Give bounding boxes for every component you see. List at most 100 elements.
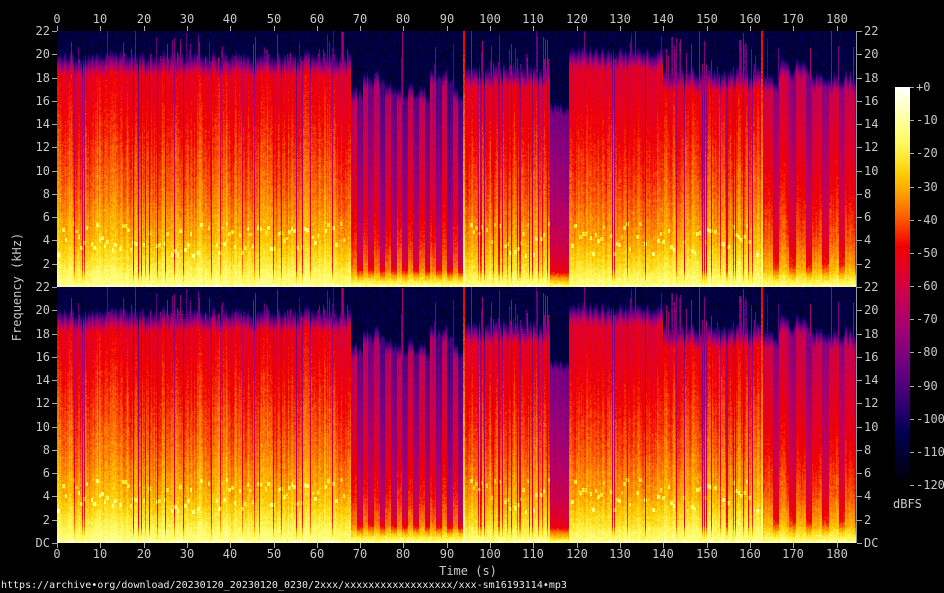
colorbar-tick bbox=[910, 286, 914, 287]
y-tick-right bbox=[857, 403, 862, 404]
y-tick-label-right: 16 bbox=[864, 94, 879, 108]
y-tick-left bbox=[52, 520, 57, 521]
colorbar-tick-label: +0 bbox=[916, 80, 931, 94]
colorbar-tick-label: -10 bbox=[916, 113, 938, 127]
x-tick-label-bottom: 80 bbox=[395, 547, 411, 561]
x-tick-top bbox=[57, 26, 58, 31]
colorbar-tick bbox=[910, 386, 914, 387]
x-tick-label-bottom: 150 bbox=[696, 547, 718, 561]
y-tick-left bbox=[52, 496, 57, 497]
x-tick-label-top: 150 bbox=[696, 12, 718, 26]
y-tick-right bbox=[857, 54, 862, 55]
y-tick-label-right: 10 bbox=[864, 164, 879, 178]
x-tick-top bbox=[230, 26, 231, 31]
y-tick-label-left: 12 bbox=[35, 140, 50, 154]
y-tick-label-left: 20 bbox=[35, 303, 50, 317]
colorbar-tick bbox=[910, 452, 914, 453]
x-tick-label-bottom: 90 bbox=[439, 547, 455, 561]
y-tick-right bbox=[857, 334, 862, 335]
x-tick-label-top: 80 bbox=[395, 12, 411, 26]
frequency-axis-label: Frequency (kHz) bbox=[10, 232, 24, 342]
y-tick-right bbox=[857, 217, 862, 218]
x-tick-label-top: 140 bbox=[652, 12, 674, 26]
x-tick-top bbox=[663, 26, 664, 31]
colorbar-tick-label: -60 bbox=[916, 279, 938, 293]
y-tick-right bbox=[857, 101, 862, 102]
y-tick-left bbox=[52, 264, 57, 265]
x-tick-label-bottom: 170 bbox=[782, 547, 804, 561]
x-tick-label-top: 180 bbox=[826, 12, 848, 26]
y-tick-label-right: 6 bbox=[864, 210, 872, 224]
colorbar-tick bbox=[910, 319, 914, 320]
y-tick-right bbox=[857, 287, 862, 288]
y-tick-label-right: 10 bbox=[864, 420, 879, 434]
y-tick-label-left: 18 bbox=[35, 71, 50, 85]
y-tick-label-left: DC bbox=[35, 536, 50, 550]
x-tick-top bbox=[707, 26, 708, 31]
spectrogram-heatmap bbox=[57, 31, 856, 543]
source-url: https://archive•org/download/20230120_20… bbox=[1, 580, 567, 591]
x-tick-label-top: 50 bbox=[266, 12, 282, 26]
y-tick-label-left: 6 bbox=[42, 466, 50, 480]
y-tick-right bbox=[857, 171, 862, 172]
y-tick-right bbox=[857, 473, 862, 474]
x-tick-top bbox=[577, 26, 578, 31]
colorbar-tick bbox=[910, 87, 914, 88]
y-tick-label-right: 14 bbox=[864, 117, 879, 131]
colorbar-tick bbox=[910, 153, 914, 154]
x-tick-top bbox=[447, 26, 448, 31]
colorbar-tick bbox=[910, 352, 914, 353]
x-tick-label-top: 90 bbox=[439, 12, 455, 26]
x-tick-label-top: 10 bbox=[92, 12, 108, 26]
x-tick-label-bottom: 60 bbox=[309, 547, 325, 561]
y-tick-left bbox=[52, 194, 57, 195]
y-tick-right bbox=[857, 240, 862, 241]
y-tick-right bbox=[857, 496, 862, 497]
y-tick-right bbox=[857, 31, 862, 32]
y-tick-label-left: 16 bbox=[35, 94, 50, 108]
y-tick-left bbox=[52, 427, 57, 428]
y-tick-label-right: 16 bbox=[864, 350, 879, 364]
y-tick-label-right: 22 bbox=[864, 24, 879, 38]
x-tick-top bbox=[317, 26, 318, 31]
y-tick-label-right: 12 bbox=[864, 396, 879, 410]
y-tick-label-right: 12 bbox=[864, 140, 879, 154]
x-tick-label-bottom: 20 bbox=[136, 547, 152, 561]
x-tick-top bbox=[403, 26, 404, 31]
y-tick-label-left: 16 bbox=[35, 350, 50, 364]
colorbar-tick-label: -70 bbox=[916, 312, 938, 326]
x-tick-top bbox=[187, 26, 188, 31]
y-tick-left bbox=[52, 403, 57, 404]
y-tick-right bbox=[857, 450, 862, 451]
y-tick-label-right: 22 bbox=[864, 280, 879, 294]
y-tick-right bbox=[857, 357, 862, 358]
y-tick-right bbox=[857, 264, 862, 265]
x-tick-label-bottom: 70 bbox=[352, 547, 368, 561]
x-tick-label-bottom: 30 bbox=[179, 547, 195, 561]
y-tick-label-left: 8 bbox=[42, 443, 50, 457]
y-tick-label-right: 8 bbox=[864, 443, 872, 457]
y-tick-left bbox=[52, 101, 57, 102]
x-tick-label-bottom: 110 bbox=[522, 547, 544, 561]
y-tick-left bbox=[52, 171, 57, 172]
y-tick-left bbox=[52, 147, 57, 148]
x-tick-label-top: 120 bbox=[566, 12, 588, 26]
x-tick-label-top: 170 bbox=[782, 12, 804, 26]
y-tick-right bbox=[857, 520, 862, 521]
colorbar-tick-label: -120 bbox=[916, 478, 944, 492]
x-tick-label-top: 40 bbox=[222, 12, 238, 26]
y-tick-label-left: 14 bbox=[35, 117, 50, 131]
y-tick-label-left: 6 bbox=[42, 210, 50, 224]
y-tick-left bbox=[52, 357, 57, 358]
x-tick-top bbox=[837, 26, 838, 31]
colorbar-tick-label: -20 bbox=[916, 146, 938, 160]
x-tick-label-top: 30 bbox=[179, 12, 195, 26]
colorbar-tick-label: -110 bbox=[916, 445, 944, 459]
time-axis-label: Time (s) bbox=[439, 564, 497, 578]
x-tick-top bbox=[360, 26, 361, 31]
y-tick-label-left: 2 bbox=[42, 513, 50, 527]
spectrogram-figure: 0 0 10 10 20 20 30 30 40 40 50 50 60 60 70 70 80 80 90 90 10… bbox=[0, 0, 944, 593]
y-tick-left bbox=[52, 54, 57, 55]
colorbar-tick bbox=[910, 253, 914, 254]
x-tick-top bbox=[490, 26, 491, 31]
